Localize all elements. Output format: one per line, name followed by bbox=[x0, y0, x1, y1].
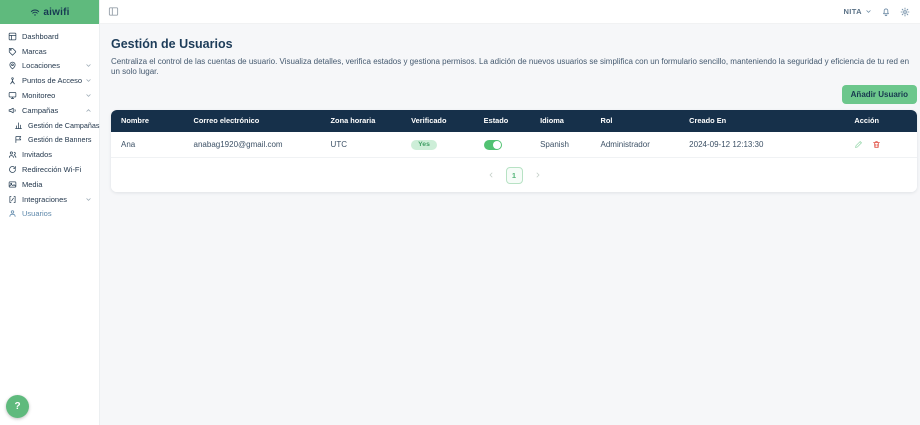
brand-logo: aiwifi bbox=[0, 0, 99, 24]
sidebar-nav: Dashboard Marcas Locaciones Puntos de Ac… bbox=[0, 24, 100, 222]
flag-icon bbox=[14, 135, 23, 144]
pagination-page-1[interactable]: 1 bbox=[505, 166, 523, 184]
cell-zona-horaria: UTC bbox=[320, 131, 402, 159]
wifi-logo-icon bbox=[29, 7, 41, 18]
cell-verificado: Yes bbox=[401, 131, 474, 159]
cell-accion bbox=[844, 131, 917, 159]
sidebar-item-label: Gestión de Banners bbox=[28, 135, 92, 145]
page-title: Gestión de Usuarios bbox=[111, 37, 233, 51]
sidebar-item-label: Dashboard bbox=[22, 31, 59, 41]
sidebar-item-label: Marcas bbox=[22, 46, 47, 56]
access-point-icon bbox=[8, 76, 17, 85]
table-header-row: Nombre Correo electrónico Zona horaria V… bbox=[111, 109, 917, 132]
sidebar-item-label: Puntos de Acceso bbox=[22, 76, 83, 86]
dashboard-icon bbox=[8, 32, 17, 41]
add-user-button[interactable]: Añadir Usuario bbox=[841, 84, 917, 104]
edit-pencil-icon[interactable] bbox=[854, 140, 863, 149]
column-header-verificado: Verificado bbox=[401, 109, 474, 132]
pagination-prev-icon[interactable] bbox=[487, 171, 495, 179]
sidebar-item-usuarios[interactable]: Usuarios bbox=[0, 207, 99, 222]
sidebar-item-invitados[interactable]: Invitados bbox=[0, 147, 99, 162]
settings-gear-icon[interactable] bbox=[900, 7, 910, 17]
column-header-idioma: Idioma bbox=[530, 109, 591, 132]
table-row: Ana anabag1920@gmail.com UTC Yes Spanish… bbox=[111, 131, 917, 159]
delete-trash-icon[interactable] bbox=[872, 140, 881, 149]
sidebar-item-label: Campañas bbox=[22, 105, 59, 115]
column-header-creado-en: Creado En bbox=[679, 109, 845, 132]
sidebar-item-gestion-de-banners[interactable]: Gestión de Banners bbox=[0, 133, 99, 148]
cell-rol: Administrador bbox=[590, 131, 680, 159]
sidebar: aiwifi Dashboard Marcas Locaciones Punto… bbox=[0, 0, 100, 425]
sidebar-item-monitoreo[interactable]: Monitoreo bbox=[0, 88, 99, 103]
notifications-bell-icon[interactable] bbox=[881, 7, 891, 17]
user-menu[interactable]: NITA bbox=[843, 7, 872, 16]
cell-creado-en: 2024-09-12 12:13:30 bbox=[679, 131, 845, 159]
megaphone-icon bbox=[8, 106, 17, 115]
sidebar-item-puntos-de-acceso[interactable]: Puntos de Acceso bbox=[0, 73, 99, 88]
column-header-nombre: Nombre bbox=[111, 109, 184, 132]
sidebar-toggle-icon[interactable] bbox=[108, 6, 119, 17]
pagination: 1 bbox=[111, 158, 917, 193]
sidebar-item-label: Monitoreo bbox=[22, 91, 56, 101]
column-header-zona-horaria: Zona horaria bbox=[320, 109, 402, 132]
cell-estado bbox=[473, 131, 531, 159]
chevron-down-icon bbox=[85, 77, 92, 84]
topbar: NITA bbox=[100, 0, 920, 24]
column-header-estado: Estado bbox=[473, 109, 531, 132]
tag-icon bbox=[8, 47, 17, 56]
help-button[interactable]: ? bbox=[6, 395, 29, 418]
verified-badge: Yes bbox=[411, 139, 437, 151]
page-subtitle: Centraliza el control de las cuentas de … bbox=[111, 57, 910, 77]
bar-chart-icon bbox=[14, 121, 23, 130]
sidebar-item-marcas[interactable]: Marcas bbox=[0, 44, 99, 59]
sidebar-item-integraciones[interactable]: Integraciones bbox=[0, 192, 99, 207]
chevron-down-icon bbox=[85, 92, 92, 99]
sidebar-item-gestion-de-campanas[interactable]: Gestión de Campañas bbox=[0, 118, 100, 133]
sidebar-item-label: Gestión de Campañas bbox=[28, 120, 100, 130]
map-pin-icon bbox=[8, 61, 17, 70]
sidebar-item-label: Media bbox=[22, 179, 43, 189]
monitor-icon bbox=[8, 91, 17, 100]
users-icon bbox=[8, 150, 17, 159]
cell-nombre: Ana bbox=[111, 131, 184, 159]
image-icon bbox=[8, 180, 17, 189]
sidebar-item-label: Locaciones bbox=[22, 61, 60, 71]
chevron-up-icon bbox=[85, 107, 92, 114]
sidebar-item-label: Invitados bbox=[22, 150, 53, 160]
redirect-arrow-icon bbox=[8, 165, 17, 174]
chevron-down-icon bbox=[85, 196, 92, 203]
column-header-accion: Acción bbox=[844, 109, 917, 132]
sidebar-item-dashboard[interactable]: Dashboard bbox=[0, 29, 99, 44]
user-icon bbox=[8, 209, 17, 218]
cell-correo: anabag1920@gmail.com bbox=[183, 131, 321, 159]
users-table-card: Nombre Correo electrónico Zona horaria V… bbox=[111, 109, 917, 193]
users-table: Nombre Correo electrónico Zona horaria V… bbox=[111, 109, 917, 159]
sidebar-item-locaciones[interactable]: Locaciones bbox=[0, 59, 99, 74]
user-name: NITA bbox=[843, 7, 862, 16]
sidebar-item-label: Usuarios bbox=[22, 209, 52, 219]
main-content: Gestión de Usuarios Centraliza el contro… bbox=[100, 24, 920, 425]
chevron-down-icon bbox=[85, 62, 92, 69]
sidebar-item-redireccion-wifi[interactable]: Redirección Wi-Fi bbox=[0, 162, 99, 177]
column-header-correo: Correo electrónico bbox=[183, 109, 321, 132]
chevron-down-icon bbox=[865, 8, 872, 15]
sidebar-item-label: Integraciones bbox=[22, 194, 68, 204]
integrations-icon bbox=[8, 195, 17, 204]
toggle-knob bbox=[492, 140, 501, 149]
column-header-rol: Rol bbox=[590, 109, 680, 132]
sidebar-item-label: Redirección Wi-Fi bbox=[22, 165, 82, 175]
cell-idioma: Spanish bbox=[530, 131, 591, 159]
brand-logo-text: aiwifi bbox=[43, 6, 70, 18]
sidebar-item-media[interactable]: Media bbox=[0, 177, 99, 192]
estado-toggle[interactable] bbox=[483, 139, 502, 150]
sidebar-item-campanas[interactable]: Campañas bbox=[0, 103, 99, 118]
pagination-next-icon[interactable] bbox=[534, 171, 542, 179]
